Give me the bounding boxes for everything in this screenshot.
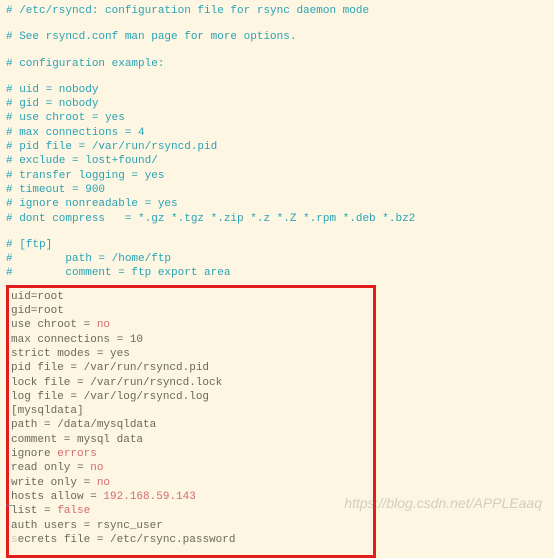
comment-line: # gid = nobody — [6, 97, 548, 111]
config-line-list: list = false — [11, 504, 371, 518]
config-value: errors — [57, 448, 97, 460]
comment-line: # See rsyncd.conf man page for more opti… — [6, 30, 548, 44]
comment-line: # [ftp] — [6, 238, 548, 252]
config-line-hosts-allow: hosts allow = 192.168.59.143 — [11, 490, 371, 504]
active-config-block: uid=root gid=root use chroot = no max co… — [6, 285, 376, 558]
comment-line: # /etc/rsyncd: configuration file for rs… — [6, 4, 548, 18]
comment-line: # uid = nobody — [6, 83, 548, 97]
config-section-mysqldata: [mysqldata] — [11, 404, 371, 418]
config-file-view: # /etc/rsyncd: configuration file for rs… — [6, 4, 548, 558]
config-value: no — [90, 462, 103, 474]
blank-line — [6, 45, 548, 57]
config-line-log-file: log file = /var/log/rsyncd.log — [11, 390, 371, 404]
config-line-path: path = /data/mysqldata — [11, 418, 371, 432]
config-value: no — [97, 477, 110, 489]
config-line-write-only: write only = no — [11, 476, 371, 490]
comment-line: # ignore nonreadable = yes — [6, 197, 548, 211]
comment-line: # use chroot = yes — [6, 111, 548, 125]
config-line-uid: uid=root — [11, 290, 371, 304]
config-line-strict-modes: strict modes = yes — [11, 347, 371, 361]
config-key: ignore — [11, 448, 57, 460]
config-value: false — [57, 505, 90, 517]
comment-line: # path = /home/ftp — [6, 252, 548, 266]
config-line-auth-users: auth users = rsync_user — [11, 519, 371, 533]
blank-line — [6, 71, 548, 83]
obscured-char: s — [11, 534, 18, 546]
comment-line: # transfer logging = yes — [6, 169, 548, 183]
comment-line: # pid file = /var/run/rsyncd.pid — [6, 140, 548, 154]
comment-line: # exclude = lost+found/ — [6, 154, 548, 168]
config-line-pid-file: pid file = /var/run/rsyncd.pid — [11, 361, 371, 375]
config-line-lock-file: lock file = /var/run/rsyncd.lock — [11, 376, 371, 390]
comment-line: # max connections = 4 — [6, 126, 548, 140]
config-key: use chroot = — [11, 319, 97, 331]
comment-line: # configuration example: — [6, 57, 548, 71]
blank-line — [6, 226, 548, 238]
config-key: write only = — [11, 477, 97, 489]
comment-line: # comment = ftp export area — [6, 266, 548, 280]
config-line-max-connections: max connections = 10 — [11, 333, 371, 347]
config-key: list = — [11, 505, 57, 517]
config-key: read only = — [11, 462, 90, 474]
comment-line: # dont compress = *.gz *.tgz *.zip *.z *… — [6, 212, 548, 226]
config-value-ip: 192.168.59.143 — [103, 491, 195, 503]
config-line-ignore-errors: ignore errors — [11, 447, 371, 461]
vim-tilde: ~ — [6, 500, 13, 514]
config-line-secrets-file: secrets file = /etc/rsync.password — [11, 533, 371, 547]
config-key: hosts allow = — [11, 491, 103, 503]
blank-line — [6, 18, 548, 30]
config-text: ecrets file = /etc/rsync.password — [18, 534, 236, 546]
config-value: no — [97, 319, 110, 331]
config-line-use-chroot: use chroot = no — [11, 318, 371, 332]
config-line-gid: gid=root — [11, 304, 371, 318]
config-line-read-only: read only = no — [11, 461, 371, 475]
config-line-comment: comment = mysql data — [11, 433, 371, 447]
comment-line: # timeout = 900 — [6, 183, 548, 197]
